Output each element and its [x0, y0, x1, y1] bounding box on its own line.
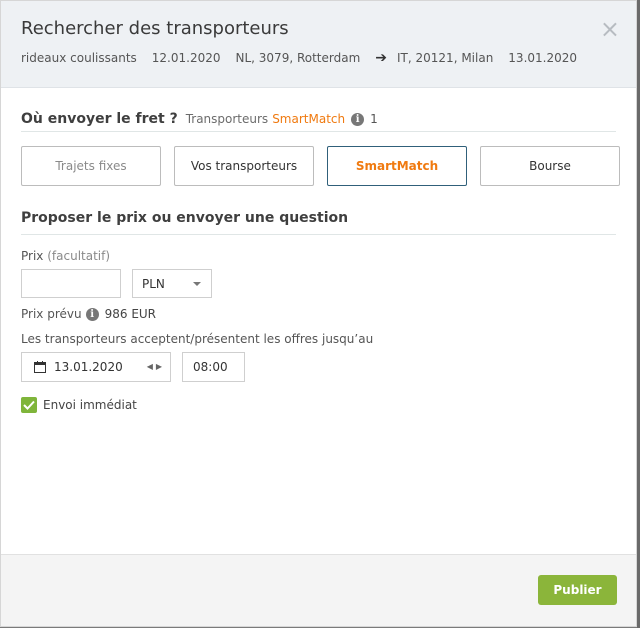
deadline-label: Les transporteurs acceptent/présentent l… [21, 332, 374, 346]
chevron-left-icon[interactable]: ◀ [147, 362, 153, 372]
carriers-label: Transporteurs [185, 112, 269, 126]
carriers-count: 1 [370, 112, 378, 126]
cargo-type: rideaux coulissants [21, 51, 137, 65]
dialog-header: Rechercher des transporteurs × rideaux c… [1, 1, 636, 88]
deadline-time-field[interactable]: 08:00 [182, 352, 245, 382]
smartmatch-link[interactable]: SmartMatch [272, 112, 345, 126]
recipients-section-header: Où envoyer le fret ? Transporteurs Smart… [21, 107, 616, 132]
publish-button[interactable]: Publier [538, 575, 617, 605]
offer-heading: Proposer le prix ou envoyer une question [21, 210, 616, 235]
expected-price-label: Prix prévu [21, 307, 82, 321]
immediate-send-checkbox[interactable] [21, 397, 37, 413]
chevron-right-icon[interactable]: ▶ [156, 362, 162, 372]
price-input[interactable] [21, 269, 121, 298]
origin: NL, 3079, Rotterdam [235, 51, 361, 65]
unload-date: 13.01.2020 [508, 51, 578, 65]
arrow-right-icon: ➔ [375, 50, 388, 66]
tab-your-carriers[interactable]: Vos transporteurs [174, 146, 314, 186]
price-optional: (facultatif) [47, 249, 111, 263]
search-carriers-dialog: Rechercher des transporteurs × rideaux c… [0, 0, 637, 627]
tab-fixed-routes[interactable]: Trajets fixes [21, 146, 161, 186]
load-date: 12.01.2020 [151, 51, 221, 65]
date-stepper: ◀ ▶ [147, 362, 162, 372]
caret-down-icon [193, 282, 201, 286]
expected-price: Prix prévu i 986 EUR [21, 307, 156, 321]
destination: IT, 20121, Milan [397, 51, 494, 65]
dialog-footer: Publier [1, 554, 636, 626]
info-icon[interactable]: i [85, 307, 99, 321]
tab-exchange[interactable]: Bourse [480, 146, 620, 186]
deadline-date-value: 13.01.2020 [54, 360, 123, 374]
recipient-tabs: Trajets fixes Vos transporteurs SmartMat… [21, 146, 620, 186]
currency-select[interactable]: PLN [132, 269, 212, 298]
calendar-icon [34, 361, 46, 373]
dialog-title: Rechercher des transporteurs [21, 18, 289, 39]
price-label: Prix (facultatif) [21, 249, 110, 263]
recipients-heading: Où envoyer le fret ? [21, 111, 178, 127]
expected-price-value: 986 EUR [104, 307, 157, 321]
info-icon[interactable]: i [351, 112, 365, 126]
tab-smartmatch[interactable]: SmartMatch [327, 146, 467, 186]
immediate-send-label: Envoi immédiat [43, 398, 137, 412]
immediate-send-row: Envoi immédiat [21, 397, 137, 413]
close-icon[interactable]: × [600, 17, 620, 41]
freight-summary: rideaux coulissants 12.01.2020 NL, 3079,… [21, 50, 592, 66]
deadline-date-field[interactable]: 13.01.2020 ◀ ▶ [21, 352, 171, 382]
price-label-text: Prix [21, 249, 44, 263]
checkmark-icon [23, 400, 35, 410]
currency-value: PLN [142, 276, 165, 291]
